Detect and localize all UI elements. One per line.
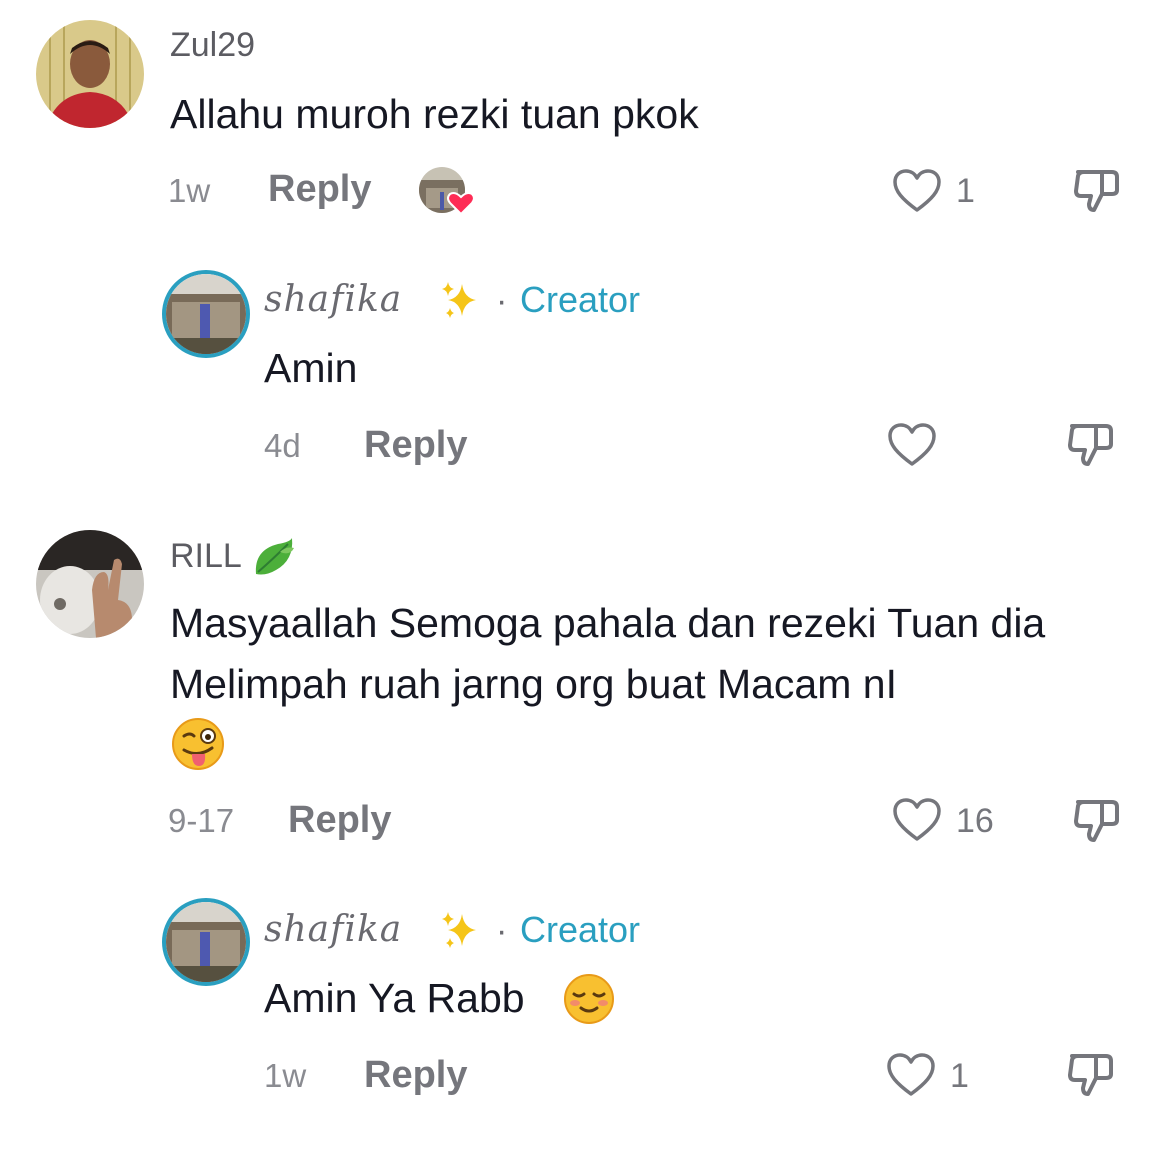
heart-outline-icon[interactable] [887, 422, 937, 468]
like-count: 16 [956, 802, 994, 840]
thumbs-down-icon[interactable] [1072, 166, 1122, 216]
reply-text: Amin Ya Rabb [264, 975, 525, 1021]
comment-username[interactable]: RILL [170, 539, 242, 573]
reply-text: Amin [264, 345, 358, 391]
comment-timestamp: 9-17 [168, 802, 235, 839]
sparkles-icon [442, 912, 476, 948]
creator-badge: Creator [520, 909, 641, 950]
comment-text: Allahu muroh rezki tuan pkok [170, 91, 699, 137]
separator-dot: · [496, 282, 508, 320]
reply-timestamp: 4d [264, 427, 301, 464]
reply-username[interactable]: shafika [264, 282, 402, 318]
thumbs-down-icon[interactable] [1066, 420, 1116, 470]
heart-outline-icon[interactable] [892, 168, 942, 214]
like-count: 1 [950, 1057, 969, 1095]
heart-outline-icon[interactable] [892, 797, 942, 843]
like-count: 1 [956, 172, 975, 210]
comment-text: Masyaallah Semoga pahala dan rezeki Tuan… [170, 600, 1046, 707]
reply-username[interactable]: shafika [264, 912, 402, 948]
reply-button[interactable]: Reply [288, 801, 391, 839]
avatar[interactable] [36, 20, 144, 128]
leaf-icon [255, 538, 294, 575]
heart-filled-icon [447, 192, 475, 216]
reply-timestamp: 1w [264, 1057, 307, 1094]
reply-button[interactable]: Reply [364, 1056, 467, 1094]
creator-badge: Creator [520, 279, 641, 320]
creator-avatar[interactable] [162, 270, 250, 358]
reply-button[interactable]: Reply [268, 170, 371, 208]
sparkles-icon [442, 282, 476, 318]
heart-outline-icon[interactable] [886, 1052, 936, 1098]
comment-timestamp: 1w [168, 172, 211, 209]
thumbs-down-icon[interactable] [1066, 1050, 1116, 1100]
creator-liked-indicator [418, 166, 476, 216]
creator-avatar[interactable] [162, 898, 250, 986]
reply-button[interactable]: Reply [364, 426, 467, 464]
separator-dot: · [496, 912, 508, 950]
winking-tongue-emoji [172, 718, 224, 770]
thumbs-down-icon[interactable] [1072, 796, 1122, 846]
avatar[interactable] [36, 530, 144, 638]
comment-username[interactable]: Zul29 [170, 28, 255, 62]
smiling-blush-emoji [564, 974, 614, 1024]
